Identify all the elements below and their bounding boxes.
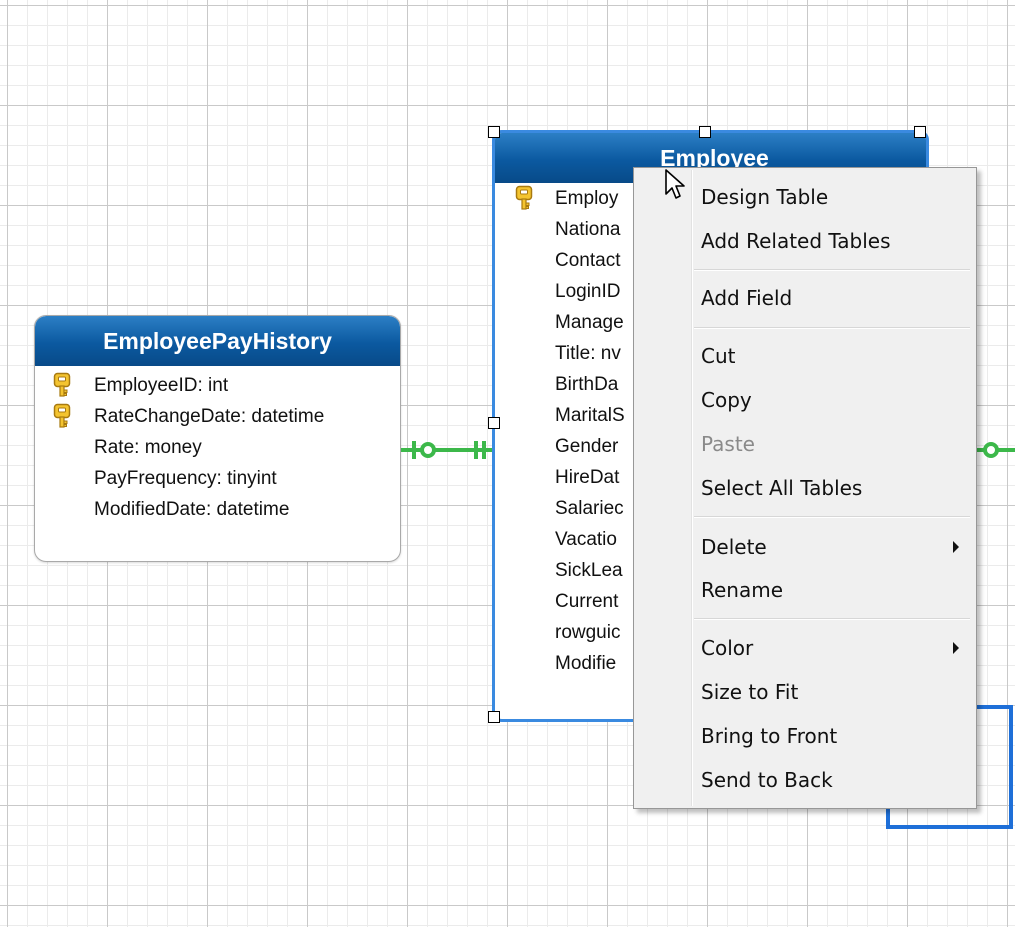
chevron-right-icon (953, 541, 959, 553)
menu-item-rename[interactable]: Rename (637, 570, 973, 610)
menu-item-bring-to-front[interactable]: Bring to Front (637, 716, 973, 756)
context-menu: Design Table Add Related Tables Add Fiel… (633, 167, 977, 809)
menu-item-cut[interactable]: Cut (637, 336, 973, 376)
menu-item-label: Delete (701, 535, 767, 559)
menu-separator (694, 618, 970, 620)
resize-handle-top-center[interactable] (699, 126, 711, 138)
menu-item-copy[interactable]: Copy (637, 380, 973, 420)
menu-item-color[interactable]: Color (637, 628, 973, 668)
chevron-right-icon (953, 642, 959, 654)
menu-separator (694, 327, 970, 329)
menu-item-select-all-tables[interactable]: Select All Tables (637, 468, 973, 508)
arrow-cursor-icon (665, 169, 685, 199)
menu-item-label: Color (701, 636, 754, 660)
menu-item-paste[interactable]: Paste (637, 424, 973, 464)
resize-handle-top-left[interactable] (488, 126, 500, 138)
menu-item-size-to-fit[interactable]: Size to Fit (637, 672, 973, 712)
menu-separator (694, 269, 970, 271)
relationship-employee-right[interactable] (975, 442, 1015, 458)
resize-handle-bottom-left[interactable] (488, 711, 500, 723)
menu-item-add-related-tables[interactable]: Add Related Tables (637, 221, 973, 261)
menu-item-add-field[interactable]: Add Field (637, 278, 973, 318)
relationship-pay-history-to-employee[interactable] (401, 441, 492, 459)
menu-item-delete[interactable]: Delete (637, 527, 973, 567)
resize-handle-middle-left[interactable] (488, 417, 500, 429)
menu-item-send-to-back[interactable]: Send to Back (637, 760, 973, 800)
resize-handle-top-right[interactable] (914, 126, 926, 138)
menu-separator (694, 516, 970, 518)
